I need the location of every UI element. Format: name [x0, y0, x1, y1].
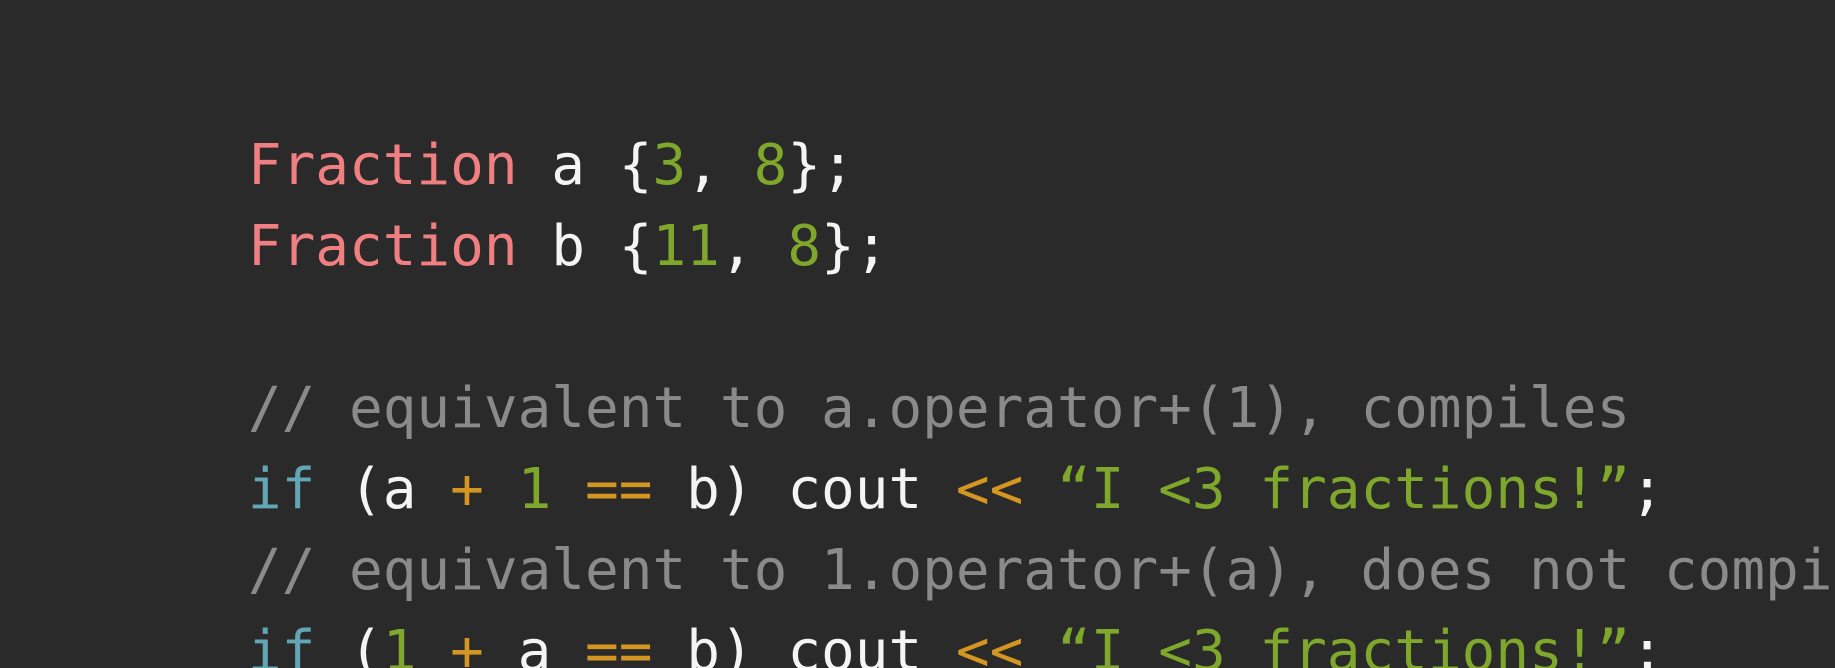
code-comment: // equivalent to a.operator+(1), compile… — [247, 376, 1631, 441]
code-editor: Fraction a {3, 8}; Fraction b {11, 8}; /… — [0, 0, 1835, 668]
code-token: 11 — [652, 214, 720, 279]
code-line: Fraction a {3, 8}; — [113, 44, 1835, 198]
code-token: ; — [1630, 619, 1664, 668]
code-token: 8 — [787, 214, 822, 279]
code-token: (a — [315, 457, 451, 522]
code-token: ( — [315, 619, 383, 668]
code-token: a — [483, 619, 586, 668]
code-token: Fraction — [247, 133, 518, 198]
code-token: << — [955, 619, 1024, 668]
code-token: “I <3 fractions!” — [1057, 619, 1631, 668]
code-token: 1 — [382, 619, 417, 668]
code-token: b { — [517, 214, 653, 279]
code-token: == — [585, 457, 653, 522]
code-token: , — [686, 133, 754, 198]
code-token: a { — [517, 133, 653, 198]
code-token: == — [585, 619, 653, 668]
code-token: 3 — [652, 133, 687, 198]
code-token: Fraction — [247, 214, 518, 279]
code-token: + — [450, 619, 484, 668]
code-token: + — [450, 457, 484, 522]
code-token: “I <3 fractions!” — [1057, 457, 1631, 522]
code-token: if — [247, 619, 316, 668]
code-comment: // equivalent to 1.operator+(a), does no… — [247, 538, 1835, 603]
code-token: ; — [1630, 457, 1664, 522]
code-token: }; — [787, 133, 855, 198]
code-token: if — [247, 457, 316, 522]
code-token: b) cout — [652, 457, 956, 522]
code-token: b) cout — [652, 619, 956, 668]
code-token: , — [719, 214, 788, 279]
code-token: 1 — [517, 457, 552, 522]
code-token: 8 — [753, 133, 788, 198]
code-line-comment: // equivalent to a.operator+(1), compile… — [113, 287, 1835, 441]
code-token: }; — [821, 214, 889, 279]
code-token: << — [955, 457, 1024, 522]
